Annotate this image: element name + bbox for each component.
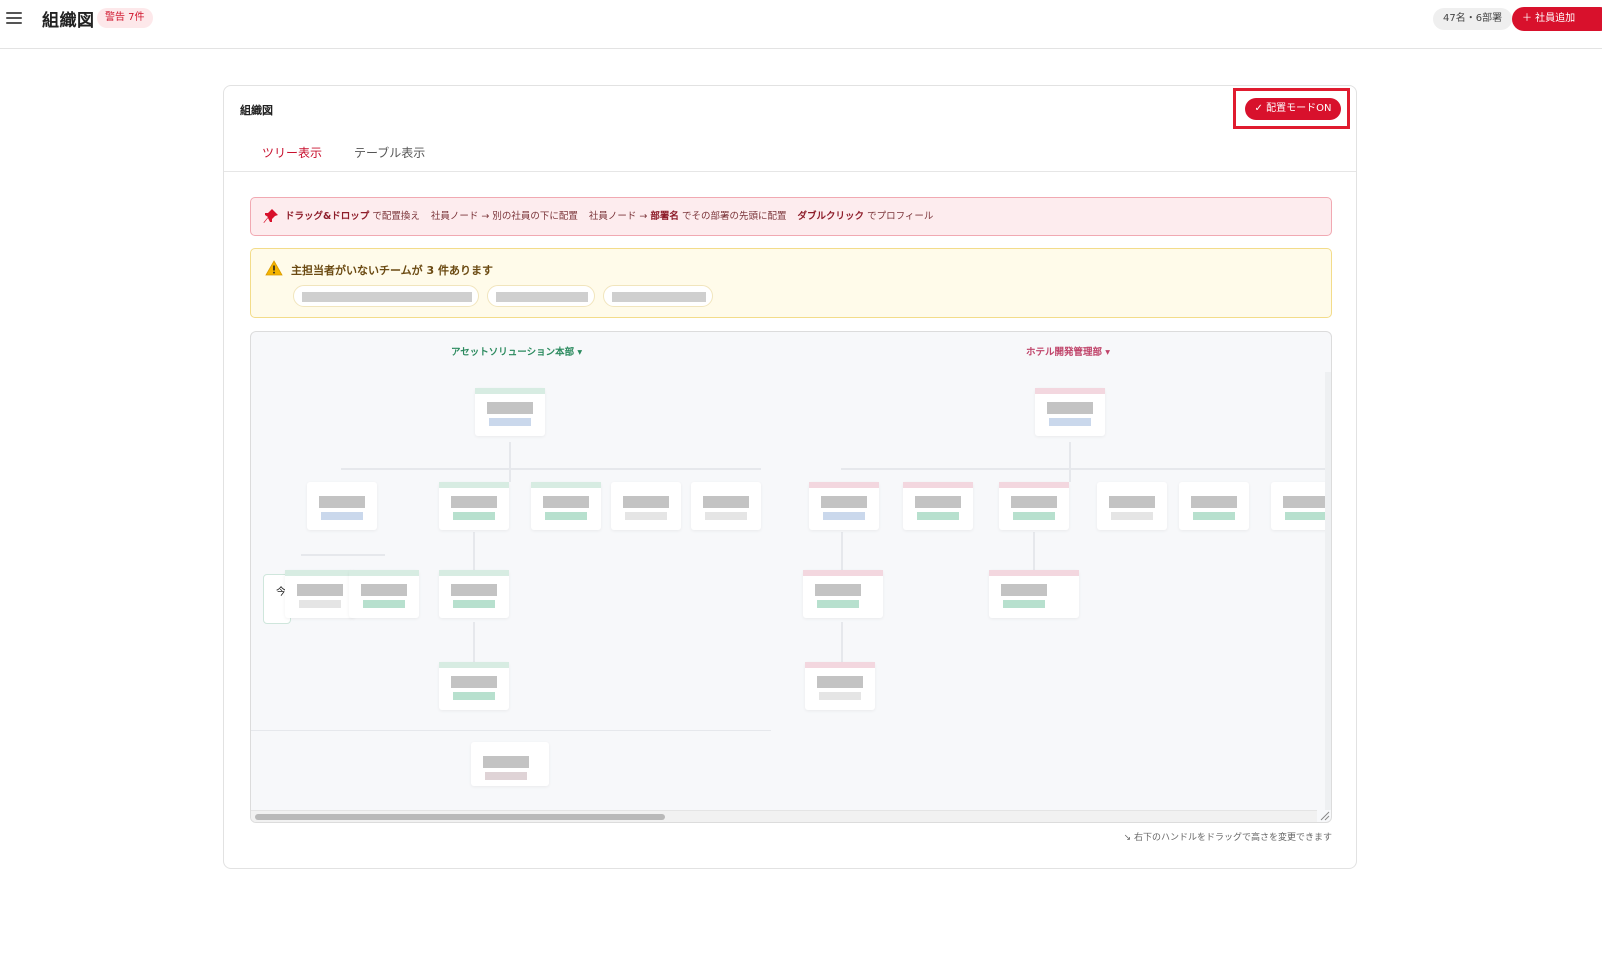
employee-node[interactable] <box>1271 482 1331 530</box>
info-text: 社員ノード → 別の社員の下に配置 <box>430 211 578 222</box>
add-employee-button[interactable]: ＋ 社員追加 <box>1512 7 1602 31</box>
info-text: で配置換え <box>372 211 420 222</box>
double-click-label: ダブルクリック <box>797 211 865 222</box>
info-text: でその部署の先頭に配置 <box>681 211 787 222</box>
info-text: 社員ノード → <box>588 211 648 222</box>
pushpin-icon <box>263 209 278 223</box>
warning-count-badge[interactable]: 警告 7件 <box>97 8 153 28</box>
drag-drop-info-banner: ドラッグ&ドロップ で配置換え 社員ノード → 別の社員の下に配置 社員ノード … <box>250 197 1332 236</box>
dept-name-label: 部署名 <box>650 211 679 222</box>
warning-icon <box>265 260 283 276</box>
missing-lead-warning-banner: 主担当者がいないチームが 3 件あります <box>250 248 1332 318</box>
employee-node[interactable] <box>1035 388 1105 436</box>
drag-drop-label: ドラッグ&ドロップ <box>285 211 370 222</box>
stats-pill: 47名・6部署 <box>1433 8 1513 30</box>
dept-label-asset-solution[interactable]: アセットソリューション本部 ▾ <box>451 344 582 358</box>
employee-node[interactable] <box>531 482 601 530</box>
hamburger-menu-icon[interactable] <box>6 12 22 26</box>
info-text: でプロフィール <box>867 211 934 222</box>
employee-node[interactable] <box>989 570 1079 618</box>
employee-node[interactable] <box>1097 482 1167 530</box>
employee-node[interactable] <box>803 570 883 618</box>
top-bar: 組織図 警告 7件 47名・6部署 ＋ 社員追加 <box>0 0 1602 49</box>
employee-node[interactable] <box>1179 482 1249 530</box>
employee-node[interactable] <box>809 482 879 530</box>
horizontal-scrollbar[interactable] <box>251 810 1317 822</box>
view-tabs: ツリー表示 テーブル表示 <box>224 138 1356 172</box>
card-title: 組織図 <box>240 104 273 117</box>
team-chip[interactable] <box>603 285 713 307</box>
tab-tree-view[interactable]: ツリー表示 <box>262 144 322 161</box>
tab-table-view[interactable]: テーブル表示 <box>354 144 425 161</box>
org-tree-canvas[interactable]: アセットソリューション本部 ▾ ホテル開発管理部 ▾ 今 <box>250 331 1332 823</box>
employee-node[interactable] <box>475 388 545 436</box>
placement-mode-toggle-button[interactable]: ✓ 配置モードON <box>1245 98 1341 120</box>
org-chart-card: 組織図 ✓ 配置モードON ツリー表示 テーブル表示 ドラッグ&ドロップ で配置… <box>223 85 1357 869</box>
employee-node[interactable] <box>307 482 377 530</box>
employee-node[interactable] <box>999 482 1069 530</box>
employee-node[interactable] <box>439 570 509 618</box>
employee-node[interactable] <box>903 482 973 530</box>
employee-node[interactable] <box>471 742 549 786</box>
employee-node[interactable] <box>285 570 355 618</box>
employee-node[interactable] <box>349 570 419 618</box>
resize-hint-text: ↘ 右下のハンドルをドラッグで高さを変更できます <box>1123 833 1332 843</box>
employee-node[interactable] <box>611 482 681 530</box>
page-title: 組織図 <box>42 11 95 31</box>
team-chip[interactable] <box>487 285 595 307</box>
employee-node[interactable] <box>439 662 509 710</box>
employee-node[interactable] <box>691 482 761 530</box>
employee-node[interactable] <box>439 482 509 530</box>
vertical-scrollbar[interactable] <box>1325 372 1331 810</box>
employee-node[interactable] <box>805 662 875 710</box>
team-chip[interactable] <box>293 285 479 307</box>
dept-label-hotel-development[interactable]: ホテル開発管理部 ▾ <box>1026 344 1110 358</box>
warning-text: 主担当者がいないチームが 3 件あります <box>291 264 493 277</box>
horizontal-scrollbar-thumb[interactable] <box>255 814 665 820</box>
resize-handle-icon[interactable] <box>1318 809 1330 821</box>
